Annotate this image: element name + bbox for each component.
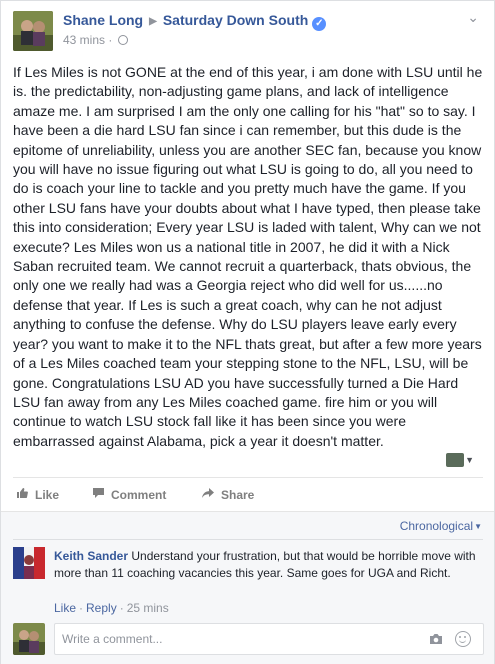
comment-author-name[interactable]: Keith Sander: [54, 549, 128, 563]
action-divider: [13, 477, 483, 478]
post-options-chevron-icon[interactable]: ⌄: [467, 9, 479, 26]
comment-like-link[interactable]: Like: [54, 601, 76, 615]
comment-order-label: Chronological: [399, 519, 474, 533]
post-body-text: If Les Miles is not GONE at the end of t…: [13, 64, 483, 449]
comments-divider: [13, 539, 483, 540]
caret-down-icon: ▼: [465, 455, 474, 465]
globe-icon[interactable]: [117, 35, 128, 45]
target-page-name[interactable]: Saturday Down South: [163, 12, 308, 28]
post-card: Shane Long ▶ Saturday Down South ✓ 43 mins …: [0, 0, 495, 664]
arrow-right-icon: ▶: [149, 16, 157, 27]
current-user-avatar: [13, 623, 45, 655]
commenter-avatar[interactable]: [13, 547, 45, 579]
share-arrow-icon: [201, 487, 215, 502]
post-title-line: Shane Long ▶ Saturday Down South ✓: [63, 12, 327, 31]
action-bar: Like Comment Share: [13, 481, 483, 507]
author-avatar[interactable]: [13, 11, 53, 51]
comment-order-dropdown[interactable]: Chronological▼: [400, 519, 482, 533]
share-button[interactable]: Share: [201, 487, 254, 502]
comment-composer: [54, 623, 484, 655]
viewer-avatar-icon: [446, 453, 464, 467]
share-label: Share: [221, 488, 255, 502]
viewer-selector[interactable]: ▼: [446, 452, 474, 468]
caret-down-icon: ▼: [474, 522, 482, 531]
comment-reply-link[interactable]: Reply: [86, 601, 117, 615]
comment-actions: Like · Reply · 25 mins: [54, 601, 169, 615]
author-name[interactable]: Shane Long: [63, 12, 143, 28]
separator-dot: ·: [119, 601, 124, 615]
separator-dot: ·: [79, 601, 84, 615]
write-comment-input[interactable]: [55, 624, 415, 654]
post-meta: 43 mins ·: [63, 33, 128, 47]
smiley-icon[interactable]: [455, 631, 471, 647]
speech-bubble-icon: [91, 487, 105, 502]
meta-separator: ·: [108, 33, 113, 47]
comment-timestamp[interactable]: 25 mins: [127, 601, 169, 615]
thumbs-up-icon: [15, 487, 29, 502]
post-header: Shane Long ▶ Saturday Down South ✓ 43 mins …: [13, 9, 483, 55]
post-timestamp[interactable]: 43 mins: [63, 33, 105, 47]
camera-icon[interactable]: [429, 632, 443, 646]
like-label: Like: [35, 488, 60, 502]
comment-body: Keith Sander Understand your frustration…: [54, 548, 484, 581]
comment-button[interactable]: Comment: [91, 487, 166, 502]
verified-badge-icon: ✓: [312, 17, 327, 31]
comment-label: Comment: [111, 488, 167, 502]
like-button[interactable]: Like: [15, 487, 59, 502]
